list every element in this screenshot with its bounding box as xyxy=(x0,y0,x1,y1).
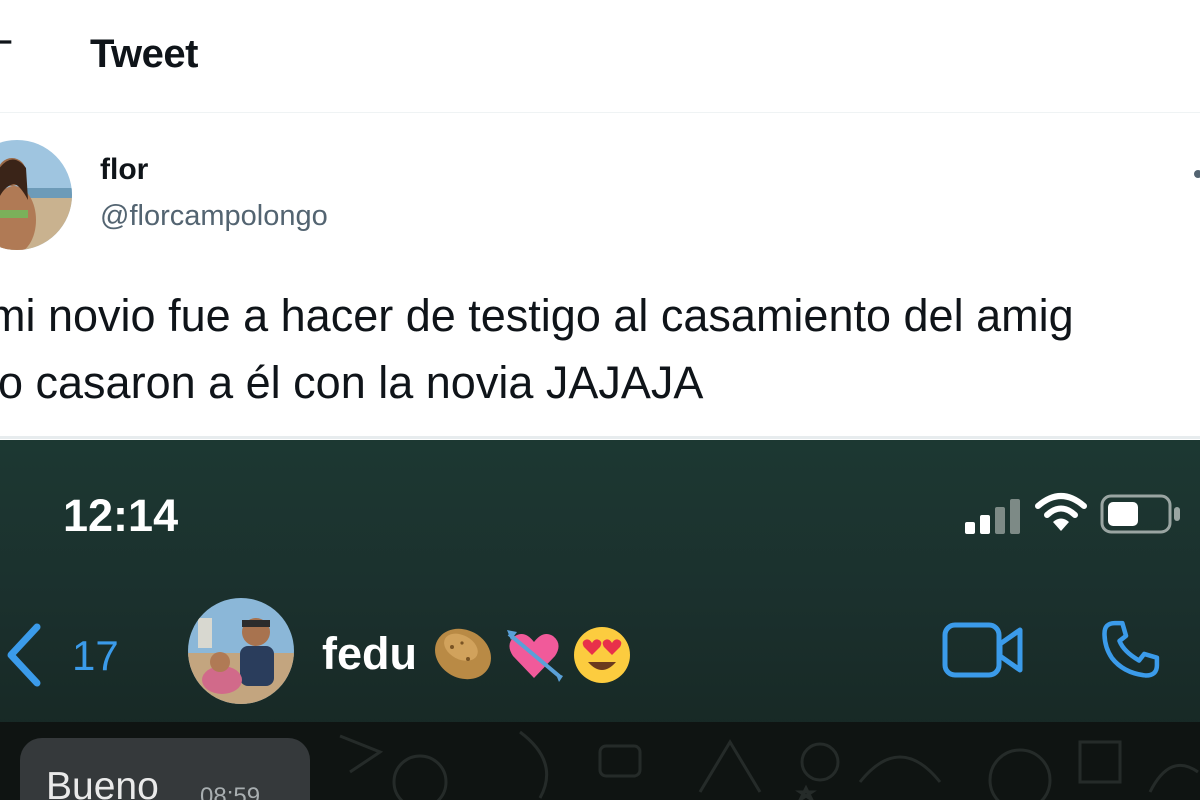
author-avatar[interactable] xyxy=(0,140,72,250)
page-title: Tweet xyxy=(90,32,198,76)
message-text: Bueno xyxy=(46,765,159,800)
wifi-icon xyxy=(1035,493,1087,531)
battery-icon xyxy=(1100,494,1180,534)
potato-emoji xyxy=(435,628,491,680)
tweet-text-line-1: mi novio fue a hacer de testigo al casam… xyxy=(0,290,1074,341)
attached-screenshot[interactable]: 12:14 17 fedu Bueno 08:59 xyxy=(0,440,1200,800)
status-time: 12:14 xyxy=(63,490,179,541)
chevron-left-icon[interactable] xyxy=(5,623,45,687)
more-icon[interactable] xyxy=(1194,170,1200,178)
heart-arrow-emoji xyxy=(507,630,563,682)
video-call-icon[interactable] xyxy=(942,622,1024,678)
phone-call-icon[interactable] xyxy=(1096,616,1164,684)
contact-name[interactable]: fedu xyxy=(322,628,417,680)
chat-area: Bueno 08:59 xyxy=(0,722,1200,800)
signal-icon xyxy=(965,499,1020,534)
tweet-header: Tweet xyxy=(0,0,1200,113)
author-handle[interactable]: @florcampolongo xyxy=(100,200,328,233)
tweet-text-line-2: lo casaron a él con la novia JAJAJA xyxy=(0,357,704,408)
heart-eyes-emoji xyxy=(574,627,630,683)
contact-avatar[interactable] xyxy=(188,598,294,704)
back-count[interactable]: 17 xyxy=(72,632,119,680)
message-time: 08:59 xyxy=(200,783,261,800)
author-display-name[interactable]: flor xyxy=(100,153,148,187)
divider xyxy=(0,436,1200,439)
back-arrow-icon[interactable] xyxy=(0,22,18,62)
